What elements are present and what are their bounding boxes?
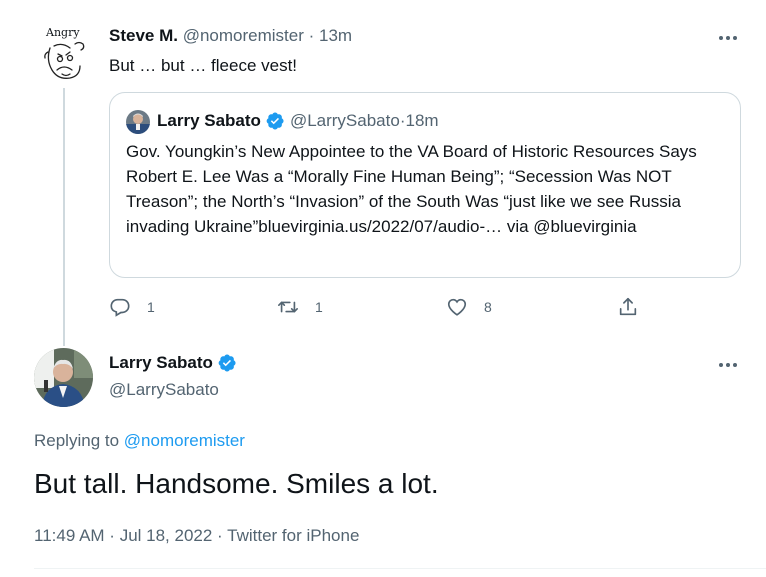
- meta-separator: ·: [104, 526, 120, 545]
- quoted-author-handle[interactable]: @LarrySabato: [290, 111, 400, 131]
- parent-header: Steve M. @nomoremister · 13m: [109, 26, 352, 46]
- parent-tweet[interactable]: Angry Steve M. @nomoremister · 13m But ……: [0, 0, 766, 346]
- main-author-avatar[interactable]: [34, 348, 93, 407]
- verified-badge-icon: [266, 112, 284, 130]
- main-author-name[interactable]: Larry Sabato: [109, 353, 213, 373]
- verified-badge-icon: [218, 354, 236, 372]
- parent-avatar[interactable]: Angry: [40, 26, 90, 84]
- quoted-header: Larry Sabato @LarrySabato · 18m: [157, 111, 439, 131]
- share-icon: [619, 297, 637, 316]
- retweet-count: 1: [315, 299, 323, 315]
- reply-button[interactable]: 1: [109, 294, 155, 320]
- reply-icon: [110, 298, 130, 317]
- thread-connector-line: [63, 88, 65, 346]
- retweet-icon: [278, 301, 298, 313]
- main-tweet-source[interactable]: Twitter for iPhone: [227, 526, 359, 545]
- heart-icon: [447, 298, 467, 316]
- reply-count: 1: [147, 299, 155, 315]
- share-button[interactable]: [617, 294, 639, 320]
- main-tweet-date[interactable]: Jul 18, 2022: [120, 526, 213, 545]
- retweet-button[interactable]: 1: [277, 294, 323, 320]
- parent-tweet-text: But … but … fleece vest!: [109, 56, 298, 75]
- avatar-caption: Angry: [46, 26, 80, 39]
- quoted-tweet-text: Gov. Youngkin’s New Appointee to the VA …: [126, 142, 697, 236]
- main-tweet-text: But tall. Handsome. Smiles a lot.: [34, 468, 439, 499]
- quoted-timestamp[interactable]: 18m: [405, 111, 438, 131]
- main-tweet-meta: 11:49 AM · Jul 18, 2022 · Twitter for iP…: [34, 526, 359, 546]
- quoted-author-name[interactable]: Larry Sabato: [157, 111, 261, 131]
- tweet-actions-bar: 1 1 8: [109, 294, 749, 320]
- parent-timestamp[interactable]: 13m: [319, 26, 352, 45]
- divider: [34, 568, 766, 569]
- main-author-handle[interactable]: @LarrySabato: [109, 380, 219, 400]
- more-icon[interactable]: [719, 362, 741, 368]
- meta-separator: ·: [212, 526, 228, 545]
- main-tweet-time[interactable]: 11:49 AM: [34, 526, 105, 545]
- replying-to-link[interactable]: @nomoremister: [124, 431, 245, 450]
- parent-author-handle[interactable]: @nomoremister: [183, 26, 304, 45]
- replying-to-line: Replying to @nomoremister: [34, 431, 245, 451]
- meta-separator: ·: [303, 26, 320, 45]
- replying-to-label: Replying to: [34, 431, 120, 450]
- parent-author-name[interactable]: Steve M.: [109, 26, 178, 45]
- quoted-author-avatar[interactable]: [126, 110, 150, 134]
- more-icon[interactable]: [719, 35, 741, 41]
- quoted-tweet-card[interactable]: Larry Sabato @LarrySabato · 18m Gov. You…: [109, 92, 741, 278]
- like-button[interactable]: 8: [446, 294, 492, 320]
- main-author-name-row: Larry Sabato: [109, 353, 242, 373]
- like-count: 8: [484, 299, 492, 315]
